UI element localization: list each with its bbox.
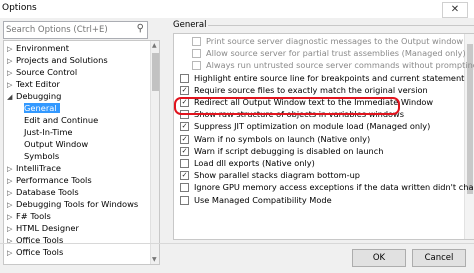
tree-item-label: Edit and Continue <box>24 115 99 125</box>
collapse-icon[interactable]: ◢ <box>7 92 16 102</box>
expand-icon[interactable]: ▷ <box>7 224 16 234</box>
search-options-box[interactable]: ⚲ <box>3 21 148 39</box>
option-checkbox <box>192 61 201 71</box>
tree-item-label: HTML Designer <box>16 223 79 233</box>
option-label: Ignore GPU memory access exceptions if t… <box>194 182 474 193</box>
option-label: Suppress JIT optimization on module load… <box>194 121 431 132</box>
scroll-up-icon[interactable]: ▲ <box>152 42 157 49</box>
expand-icon[interactable]: ▷ <box>7 176 16 186</box>
tree-item-office-tools[interactable]: ▷ Office Tools <box>7 247 63 257</box>
scrollbar-thumb[interactable] <box>152 53 159 91</box>
tree-scrollbar[interactable]: ▲ ▼ <box>150 41 159 264</box>
option-label: Require source files to exactly match th… <box>194 84 428 95</box>
tree-item-label: Symbols <box>24 151 60 161</box>
tree-item-f-tools[interactable]: ▷ F# Tools <box>7 211 51 221</box>
tree-item-general[interactable]: General <box>24 103 60 113</box>
expand-icon[interactable]: ▷ <box>7 248 16 258</box>
option-checkbox[interactable]: ✓ <box>180 171 189 181</box>
options-tree[interactable]: ▲ ▼ ▷ Environment ▷ Projects and Solutions ▷… <box>3 40 160 265</box>
tree-item-label: Projects and Solutions <box>16 55 108 65</box>
option-label: Allow source server for partial trust as… <box>206 48 466 59</box>
tree-item-label: Text Editor <box>16 79 60 89</box>
expand-icon[interactable]: ▷ <box>7 80 16 90</box>
tree-item-projects-and-solutions[interactable]: ▷ Projects and Solutions <box>7 55 108 65</box>
tree-item-label: General <box>24 103 57 113</box>
expand-icon[interactable]: ▷ <box>7 200 16 210</box>
option-checkbox[interactable]: ✓ <box>180 85 189 95</box>
tree-item-intellitrace[interactable]: ▷ IntelliTrace <box>7 163 61 173</box>
search-icon[interactable]: ⚲ <box>137 23 144 34</box>
expand-icon[interactable]: ▷ <box>7 56 16 66</box>
tree-item-edit-and-continue[interactable]: Edit and Continue <box>24 115 98 125</box>
expand-icon[interactable]: ▷ <box>7 164 16 174</box>
tree-item-label: Office Tools <box>16 247 64 257</box>
window-title: Options <box>2 3 37 13</box>
tree-item-label: IntelliTrace <box>16 163 61 173</box>
option-label: Warn if script debugging is disabled on … <box>194 145 384 156</box>
ok-button[interactable]: OK <box>352 249 406 267</box>
tree-item-html-designer[interactable]: ▷ HTML Designer <box>7 223 79 233</box>
tree-item-text-editor[interactable]: ▷ Text Editor <box>7 79 60 89</box>
tree-item-label: Debugging Tools for Windows <box>16 199 139 209</box>
expand-icon[interactable]: ▷ <box>7 212 16 222</box>
expand-icon[interactable]: ▷ <box>7 188 16 198</box>
tree-item-performance-tools[interactable]: ▷ Performance Tools <box>7 175 92 185</box>
scroll-down-icon[interactable]: ▼ <box>152 256 157 263</box>
option-checkbox[interactable]: ✓ <box>180 146 189 156</box>
tree-item-label: Output Window <box>24 139 89 149</box>
option-checkbox[interactable] <box>180 195 189 205</box>
options-list: Print source server diagnostic messages … <box>173 33 474 240</box>
tree-item-label: Debugging <box>16 91 62 101</box>
option-label: Use Managed Compatibility Mode <box>194 194 332 205</box>
cancel-button[interactable]: Cancel <box>412 249 466 267</box>
tree-item-database-tools[interactable]: ▷ Database Tools <box>7 187 79 197</box>
highlight-annotation <box>174 97 400 115</box>
close-button[interactable]: ✕ <box>442 2 468 18</box>
option-checkbox <box>192 37 201 46</box>
expand-icon[interactable]: ▷ <box>7 236 16 246</box>
option-label: Print source server diagnostic messages … <box>206 36 464 46</box>
option-checkbox[interactable] <box>180 183 189 193</box>
option-checkbox <box>192 49 201 59</box>
option-label: Warn if no symbols on launch (Native onl… <box>194 133 371 144</box>
tree-item-environment[interactable]: ▷ Environment <box>7 43 69 53</box>
option-label: Show parallel stacks diagram bottom-up <box>194 170 360 181</box>
tree-item-label: Performance Tools <box>16 175 92 185</box>
tree-item-label: Source Control <box>16 67 78 77</box>
tree-item-debugging-tools-for-windows[interactable]: ▷ Debugging Tools for Windows <box>7 199 138 209</box>
option-checkbox[interactable] <box>180 73 189 83</box>
section-title: General <box>173 20 207 30</box>
option-label: Always run untrusted source server comma… <box>206 60 474 71</box>
tree-item-just-in-time[interactable]: Just-In-Time <box>24 127 73 137</box>
title-bar: Options ✕ <box>0 0 474 18</box>
search-input[interactable] <box>4 22 133 38</box>
option-checkbox[interactable] <box>180 159 189 168</box>
option-label: Highlight entire source line for breakpo… <box>194 72 465 83</box>
option-checkbox[interactable]: ✓ <box>180 134 189 144</box>
tree-item-symbols[interactable]: Symbols <box>24 151 59 161</box>
footer-divider <box>0 243 474 244</box>
tree-item-label: Just-In-Time <box>24 127 73 137</box>
tree-item-debugging[interactable]: ◢ Debugging <box>7 91 61 101</box>
tree-item-label: F# Tools <box>16 211 51 221</box>
option-label: Load dll exports (Native only) <box>194 158 315 168</box>
option-checkbox[interactable]: ✓ <box>180 122 189 132</box>
close-icon: ✕ <box>450 4 460 15</box>
tree-item-source-control[interactable]: ▷ Source Control <box>7 67 77 77</box>
tree-item-label: Environment <box>16 43 69 53</box>
expand-icon[interactable]: ▷ <box>7 44 16 54</box>
section-divider <box>208 25 474 26</box>
expand-icon[interactable]: ▷ <box>7 68 16 78</box>
tree-item-label: Database Tools <box>16 187 79 197</box>
tree-item-output-window[interactable]: Output Window <box>24 139 88 149</box>
